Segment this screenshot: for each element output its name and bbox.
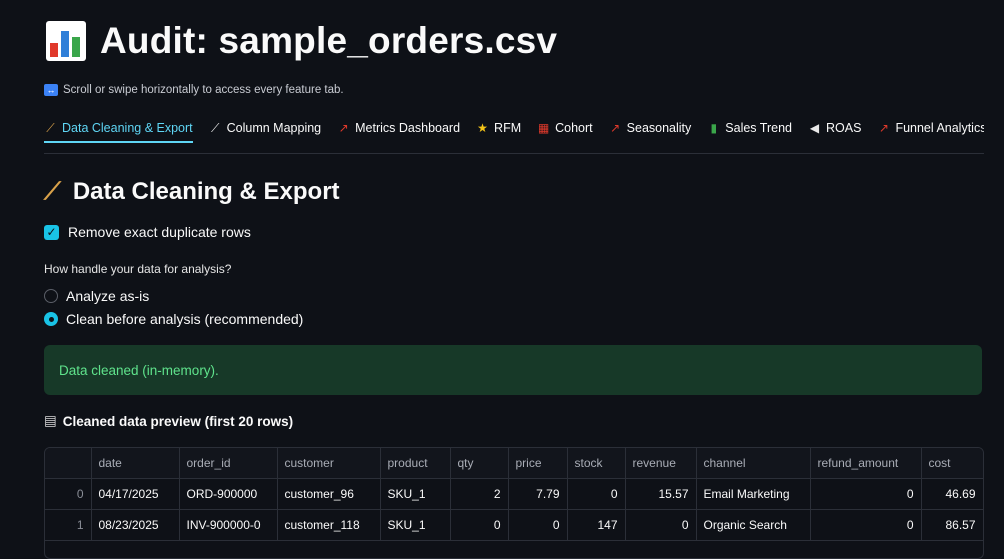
cell-product[interactable]: SKU_1 <box>380 478 451 510</box>
scroll-hint-text: Scroll or swipe horizontally to access e… <box>63 84 344 96</box>
column-header-price[interactable]: price <box>508 448 568 479</box>
cell-refund-amount[interactable]: 0 <box>810 509 922 541</box>
cell-customer[interactable]: customer_118 <box>277 509 381 541</box>
cell-order-id[interactable]: INV-900000-0 <box>179 509 278 541</box>
cell-qty[interactable]: 0 <box>450 509 509 541</box>
radio-label: Analyze as-is <box>66 288 150 304</box>
calendar-icon: ▦ <box>537 121 550 135</box>
column-header-refund-amount[interactable]: refund_amount <box>810 448 922 479</box>
trend-chart-icon: ↗ <box>878 121 889 135</box>
dedupe-checkbox[interactable]: ✓ <box>44 224 59 240</box>
tab-column-mapping[interactable]: ⟋ Column Mapping <box>201 113 330 143</box>
cell-refund-amount[interactable]: 0 <box>810 478 922 510</box>
tab-label: ROAS <box>826 121 862 135</box>
cell-order-id[interactable]: ORD-900000 <box>179 478 278 510</box>
scroll-hint: ↔ Scroll or swipe horizontally to access… <box>44 84 344 96</box>
dedupe-checkbox-row[interactable]: ✓ Remove exact duplicate rows <box>44 224 251 240</box>
tab-rfm[interactable]: ★ RFM <box>468 113 529 143</box>
table-row: 1 08/23/2025 INV-900000-0 customer_118 S… <box>45 509 983 541</box>
tab-label: Seasonality <box>626 121 692 135</box>
tab-metrics-dashboard[interactable]: ↗ Metrics Dashboard <box>329 113 468 143</box>
cell-stock[interactable]: 0 <box>567 478 626 510</box>
tab-sales-trend[interactable]: ▮ Sales Trend <box>699 113 800 143</box>
column-header-date[interactable]: date <box>91 448 180 479</box>
section-title: ⟋ Data Cleaning & Export <box>44 178 340 206</box>
table-header-row: date order_id customer product qty price… <box>45 448 983 479</box>
section-title-text: Data Cleaning & Export <box>72 178 340 205</box>
cell-cost[interactable]: 46.69 <box>921 478 983 510</box>
feature-tabs: ⟋ Data Cleaning & Export ⟋ Column Mappin… <box>44 113 984 154</box>
tab-roas[interactable]: ◀ ROAS <box>800 113 869 143</box>
tab-label: Data Cleaning & Export <box>62 121 193 135</box>
tab-data-cleaning-export[interactable]: ⟋ Data Cleaning & Export <box>44 113 201 143</box>
cell-price[interactable]: 7.79 <box>508 478 568 510</box>
cell-channel[interactable]: Organic Search <box>696 509 811 541</box>
tab-cohort[interactable]: ▦ Cohort <box>529 113 601 143</box>
row-index: 0 <box>45 478 92 510</box>
column-header-customer[interactable]: customer <box>277 448 381 479</box>
tab-label: Cohort <box>555 121 593 135</box>
analysis-mode-question: How handle your data for analysis? <box>44 262 232 276</box>
bar-chart-icon <box>46 21 86 61</box>
cell-price[interactable]: 0 <box>508 509 568 541</box>
column-header-product[interactable]: product <box>380 448 451 479</box>
tab-label: Column Mapping <box>226 121 322 135</box>
column-header-channel[interactable]: channel <box>696 448 811 479</box>
cell-product[interactable]: SKU_1 <box>380 509 451 541</box>
tab-funnel-analytics[interactable]: ↗ Funnel Analytics <box>869 113 984 143</box>
trend-chart-icon: ↗ <box>338 121 349 135</box>
tab-seasonality[interactable]: ↗ Seasonality <box>601 113 700 143</box>
row-index: 1 <box>45 509 92 541</box>
column-header-index[interactable] <box>45 448 92 479</box>
table-row: 0 04/17/2025 ORD-900000 customer_96 SKU_… <box>45 478 983 510</box>
column-header-stock[interactable]: stock <box>567 448 626 479</box>
broom-icon: ⟋ <box>46 120 55 135</box>
cell-date[interactable]: 04/17/2025 <box>91 478 180 510</box>
tab-label: RFM <box>494 121 522 135</box>
success-message: Data cleaned (in-memory). <box>59 362 219 378</box>
column-header-revenue[interactable]: revenue <box>625 448 697 479</box>
megaphone-icon: ◀ <box>809 121 820 135</box>
radio-analyze-as-is[interactable]: Analyze as-is <box>44 288 149 304</box>
cell-revenue[interactable]: 0 <box>625 509 697 541</box>
radio-clean-before-analysis[interactable]: Clean before analysis (recommended) <box>44 311 303 327</box>
bar-chart-icon: ▮ <box>710 121 718 135</box>
preview-title: ▤ Cleaned data preview (first 20 rows) <box>44 413 293 429</box>
cell-stock[interactable]: 147 <box>567 509 626 541</box>
column-header-order-id[interactable]: order_id <box>179 448 278 479</box>
page-header: Audit: sample_orders.csv <box>46 20 557 62</box>
data-table[interactable]: date order_id customer product qty price… <box>44 447 984 559</box>
radio-button[interactable] <box>44 289 58 303</box>
tab-label: Funnel Analytics <box>895 121 984 135</box>
tab-label: Metrics Dashboard <box>355 121 461 135</box>
trend-chart-icon: ↗ <box>610 121 621 135</box>
cell-revenue[interactable]: 15.57 <box>625 478 697 510</box>
wand-icon: ⟋ <box>210 120 220 135</box>
tab-label: Sales Trend <box>725 121 792 135</box>
cell-cost[interactable]: 86.57 <box>921 509 983 541</box>
dedupe-label: Remove exact duplicate rows <box>68 224 251 240</box>
star-icon: ★ <box>477 121 488 135</box>
page-title: Audit: sample_orders.csv <box>100 20 558 61</box>
clipboard-icon: ▤ <box>44 413 57 428</box>
radio-button[interactable] <box>44 312 58 326</box>
cell-channel[interactable]: Email Marketing <box>696 478 811 510</box>
cell-qty[interactable]: 2 <box>450 478 509 510</box>
cell-customer[interactable]: customer_96 <box>277 478 381 510</box>
cell-date[interactable]: 08/23/2025 <box>91 509 180 541</box>
success-alert: Data cleaned (in-memory). <box>44 345 982 395</box>
column-header-cost[interactable]: cost <box>921 448 983 479</box>
preview-title-text: Cleaned data preview (first 20 rows) <box>62 413 294 429</box>
left-right-arrow-icon: ↔ <box>44 84 58 96</box>
column-header-qty[interactable]: qty <box>450 448 509 479</box>
radio-label: Clean before analysis (recommended) <box>66 311 304 327</box>
broom-icon: ⟋ <box>44 178 61 205</box>
